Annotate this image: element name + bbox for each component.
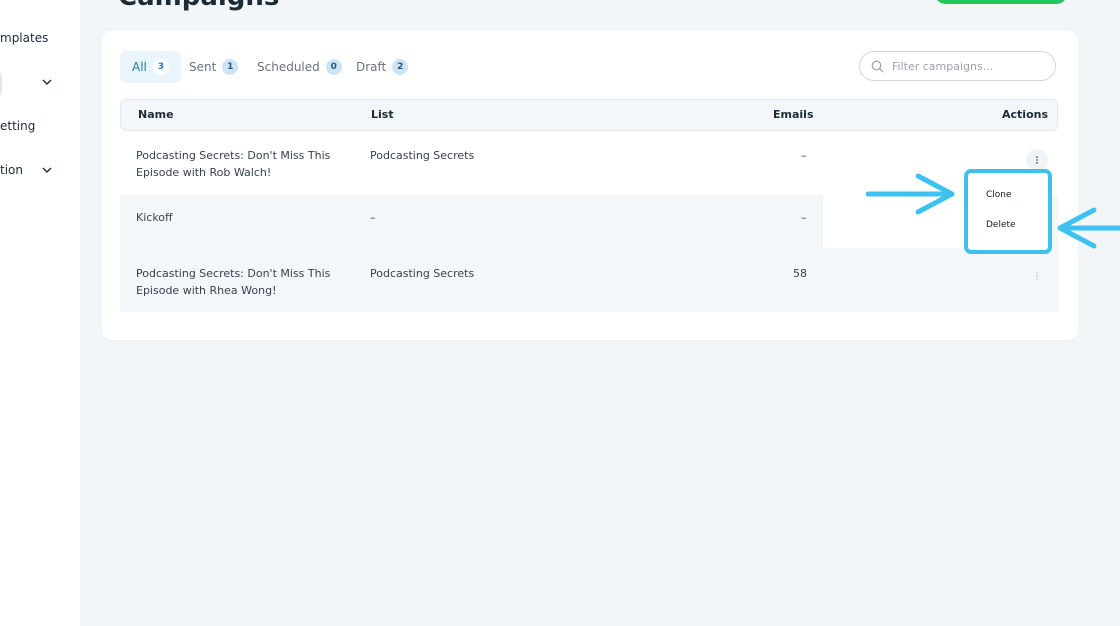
sidebar-item-setting[interactable]: etting [0, 116, 80, 136]
chevron-down-icon [40, 160, 54, 180]
column-header-name[interactable]: Name [138, 100, 174, 130]
menu-item-delete[interactable]: Delete [986, 220, 1016, 230]
search-field[interactable] [859, 51, 1056, 81]
table-header: Name List Emails Actions [120, 99, 1058, 131]
menu-item-clone[interactable]: Clone [986, 190, 1012, 200]
sidebar-item-label: mplates [0, 31, 49, 45]
tab-label: Scheduled [257, 60, 320, 74]
row-actions-button[interactable] [1026, 265, 1048, 287]
tab-label: Sent [189, 60, 217, 74]
row-actions-menu: Clone Delete [964, 169, 1052, 254]
sidebar-item-label: etting [0, 119, 36, 133]
row-actions-button[interactable] [1026, 149, 1048, 171]
arrow-left-icon [1057, 207, 1120, 249]
tab-count-badge: 2 [392, 59, 409, 75]
campaign-emails: – [801, 211, 807, 224]
tab-label: Draft [356, 60, 387, 74]
create-campaign-button[interactable] [934, 0, 1068, 4]
sidebar-item-group[interactable] [0, 72, 80, 92]
tab-draft[interactable]: Draft 2 [344, 51, 420, 83]
column-header-actions: Actions [1002, 108, 1048, 121]
sidebar-item-automation[interactable]: tion [0, 160, 80, 180]
campaign-name-line: Kickoff [136, 211, 173, 224]
more-vertical-icon [1036, 272, 1038, 280]
tab-sent[interactable]: Sent 1 [177, 51, 250, 83]
tab-all[interactable]: All 3 [120, 51, 181, 83]
campaign-emails: – [801, 149, 807, 162]
campaign-list: Podcasting Secrets [370, 267, 475, 280]
campaign-name-line: Podcasting Secrets: Don't Miss This [136, 267, 331, 280]
tab-label: All [132, 60, 147, 74]
campaign-list: – [370, 211, 376, 224]
sidebar-item-label: tion [0, 163, 23, 177]
tab-count-badge: 0 [325, 59, 342, 75]
table-row[interactable]: Podcasting Secrets: Don't Miss This Epis… [120, 249, 1058, 312]
arrow-right-icon [866, 173, 955, 215]
campaign-name-line: Episode with Rob Walch! [136, 166, 272, 179]
more-vertical-icon [1036, 156, 1038, 164]
tab-count-badge: 3 [152, 59, 169, 75]
search-input[interactable] [890, 58, 1044, 74]
chevron-down-icon [40, 72, 54, 92]
campaign-emails: 58 [793, 267, 807, 280]
column-header-emails[interactable]: Emails [773, 100, 814, 130]
page-title: Campaigns [118, 0, 279, 12]
sidebar: mplates etting tion [0, 0, 80, 626]
campaign-name-line: Episode with Rhea Wong! [136, 284, 277, 297]
tab-scheduled[interactable]: Scheduled 0 [245, 51, 354, 83]
campaign-name-line: Podcasting Secrets: Don't Miss This [136, 149, 331, 162]
search-icon [871, 60, 884, 73]
column-header-list[interactable]: List [371, 100, 394, 130]
campaign-list: Podcasting Secrets [370, 149, 475, 162]
sidebar-item-templates[interactable]: mplates [0, 28, 80, 48]
tab-count-badge: 1 [222, 59, 239, 75]
